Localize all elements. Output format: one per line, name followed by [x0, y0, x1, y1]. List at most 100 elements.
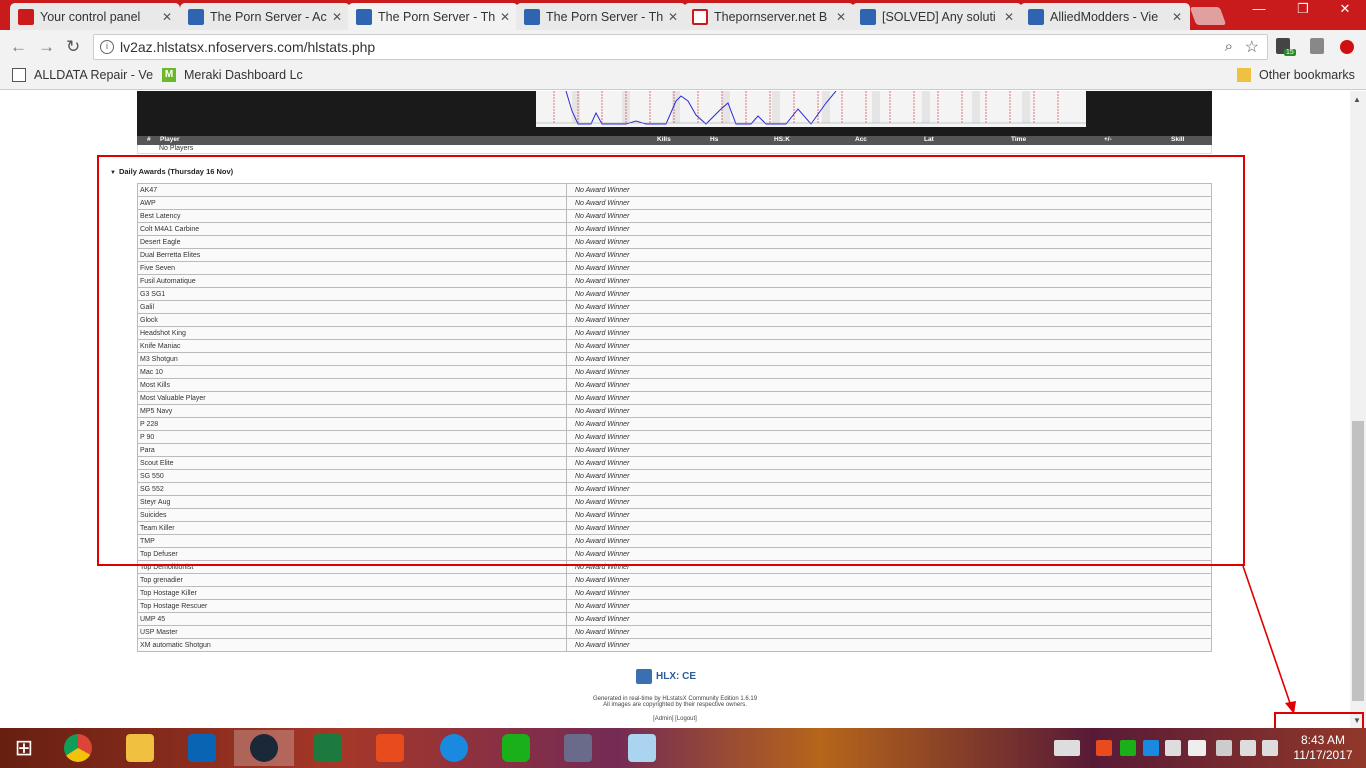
- new-tab-button[interactable]: [1189, 7, 1227, 25]
- tray-app-icon[interactable]: [1165, 740, 1181, 756]
- keyboard-icon[interactable]: [1054, 740, 1080, 756]
- orange-app-icon: [376, 734, 404, 762]
- start-button[interactable]: ⊞: [0, 730, 48, 766]
- hlx-ce-logo[interactable]: HLX: CE: [636, 669, 696, 684]
- reload-icon[interactable]: ↻: [66, 37, 80, 57]
- award-name[interactable]: Top Hostage Rescuer: [137, 599, 567, 613]
- award-name[interactable]: USP Master: [137, 625, 567, 639]
- notepad-icon: [628, 734, 656, 762]
- award-name[interactable]: Top grenadier: [137, 573, 567, 587]
- network-app-taskbar-button[interactable]: [548, 730, 608, 766]
- close-tab-icon[interactable]: ✕: [1004, 10, 1014, 24]
- internet-explorer-taskbar-button[interactable]: [424, 730, 484, 766]
- award-name[interactable]: UMP 45: [137, 612, 567, 626]
- award-winner: No Award Winner: [566, 586, 1212, 600]
- tray-app-icon[interactable]: [1096, 740, 1112, 756]
- page-scrollbar[interactable]: ▲ ▼: [1350, 91, 1366, 728]
- players-table-header: # Player Kills Hs HS:K Acc Lat Time +/- …: [137, 136, 1212, 145]
- tab-label: Your control panel: [40, 9, 141, 24]
- browser-tab-strip: Your control panel ✕ The Porn Server - A…: [0, 0, 1366, 30]
- column-header: Hs: [710, 136, 719, 143]
- taskbar-clock[interactable]: 8:43 AM 11/17/2017: [1284, 733, 1362, 763]
- document-icon: [12, 68, 26, 82]
- network-tray-icon[interactable]: [1262, 740, 1278, 756]
- network-icon: [564, 734, 592, 762]
- award-winner: No Award Winner: [566, 599, 1212, 613]
- close-tab-icon[interactable]: ✕: [1172, 10, 1182, 24]
- search-icon[interactable]: ⌕: [1225, 38, 1233, 55]
- close-window-icon[interactable]: ✕: [1330, 0, 1360, 20]
- tab-label: The Porn Server - Th: [546, 9, 664, 24]
- browser-tab[interactable]: [SOLVED] Any soluti ✕: [852, 3, 1022, 30]
- chart-graphic: [536, 91, 1086, 127]
- browser-tab[interactable]: The Porn Server - Th ✕: [516, 3, 686, 30]
- address-bar[interactable]: i lv2az.hlstatsx.nfoservers.com/hlstats.…: [93, 34, 1268, 60]
- award-winner: No Award Winner: [566, 612, 1212, 626]
- forum-favicon-icon: [1028, 8, 1044, 25]
- tab-label: The Porn Server - Th: [378, 9, 496, 24]
- scroll-thumb[interactable]: [1352, 421, 1364, 701]
- bookmark-label: Meraki Dashboard Lc: [184, 68, 303, 82]
- clock-time: 8:43 AM: [1300, 733, 1346, 747]
- scroll-up-icon[interactable]: ▲: [1353, 95, 1361, 104]
- folder-icon: [126, 734, 154, 762]
- chrome-taskbar-button[interactable]: [48, 730, 108, 766]
- forum-favicon-icon: [188, 8, 204, 25]
- browser-tab[interactable]: Your control panel ✕: [10, 3, 180, 30]
- column-header: Kills: [657, 136, 671, 143]
- browser-tab-active[interactable]: The Porn Server - Th ✕: [348, 3, 518, 30]
- folder-icon: [1237, 68, 1251, 82]
- clock-date: 11/17/2017: [1293, 748, 1353, 762]
- url-text[interactable]: lv2az.hlstatsx.nfoservers.com/hlstats.ph…: [120, 39, 375, 55]
- forum-favicon-icon: [524, 8, 540, 25]
- hlx-logo-icon: [636, 669, 652, 684]
- battery-icon[interactable]: [1196, 740, 1206, 756]
- column-header: Skill: [1171, 136, 1185, 143]
- column-header: +/-: [1104, 136, 1112, 143]
- volume-icon[interactable]: [1240, 740, 1256, 756]
- meraki-icon: M: [162, 68, 176, 82]
- extension-icon[interactable]: [1310, 38, 1324, 54]
- tray-app-icon[interactable]: [1143, 740, 1159, 756]
- info-icon[interactable]: i: [100, 40, 114, 54]
- other-bookmarks[interactable]: Other bookmarks: [1237, 68, 1355, 82]
- app-taskbar-button[interactable]: [360, 730, 420, 766]
- excel-taskbar-button[interactable]: [298, 730, 358, 766]
- minimize-icon[interactable]: —: [1244, 0, 1274, 20]
- internet-explorer-icon: [440, 734, 468, 762]
- award-winner: No Award Winner: [566, 638, 1212, 652]
- tray-app-icon[interactable]: [1120, 740, 1136, 756]
- bookmark-star-icon[interactable]: ☆: [1245, 37, 1259, 57]
- back-icon[interactable]: ←: [10, 37, 27, 57]
- alert-icon[interactable]: [1340, 40, 1354, 54]
- outlook-taskbar-button[interactable]: [172, 730, 232, 766]
- bookmark-alldata[interactable]: ALLDATA Repair - Ve: [12, 68, 153, 82]
- restore-icon[interactable]: ❐: [1288, 0, 1318, 20]
- browser-tab[interactable]: The Porn Server - Ac ✕: [180, 3, 350, 30]
- other-bookmarks-label: Other bookmarks: [1259, 68, 1355, 82]
- close-tab-icon[interactable]: ✕: [668, 10, 678, 24]
- steam-taskbar-button[interactable]: [234, 730, 294, 766]
- award-name[interactable]: Top Hostage Killer: [137, 586, 567, 600]
- award-row: USP Master No Award Winner: [137, 625, 1212, 639]
- signal-icon[interactable]: [1216, 740, 1232, 756]
- file-explorer-taskbar-button[interactable]: [110, 730, 170, 766]
- server-load-chart: [536, 91, 1086, 127]
- server-load-chart-panel: [137, 91, 1212, 136]
- close-tab-icon[interactable]: ✕: [332, 10, 342, 24]
- tab-label: AlliedModders - Vie: [1050, 9, 1159, 24]
- eye-app-taskbar-button[interactable]: [486, 730, 546, 766]
- close-tab-icon[interactable]: ✕: [162, 10, 172, 24]
- excel-icon: [314, 734, 342, 762]
- notes-app-taskbar-button[interactable]: [612, 730, 672, 766]
- copyright-text: All images are copyrighted by their resp…: [603, 702, 747, 708]
- award-name[interactable]: XM automatic Shotgun: [137, 638, 567, 652]
- steam-icon: [250, 734, 278, 762]
- forward-icon[interactable]: →: [38, 37, 55, 57]
- browser-tab[interactable]: Thepornserver.net B ✕: [684, 3, 854, 30]
- bookmark-meraki[interactable]: M Meraki Dashboard Lc: [162, 68, 303, 82]
- admin-logout-links[interactable]: [Admin] [Logout]: [0, 716, 1350, 722]
- close-tab-icon[interactable]: ✕: [500, 10, 510, 24]
- browser-tab[interactable]: AlliedModders - Vie ✕: [1020, 3, 1190, 30]
- close-tab-icon[interactable]: ✕: [836, 10, 846, 24]
